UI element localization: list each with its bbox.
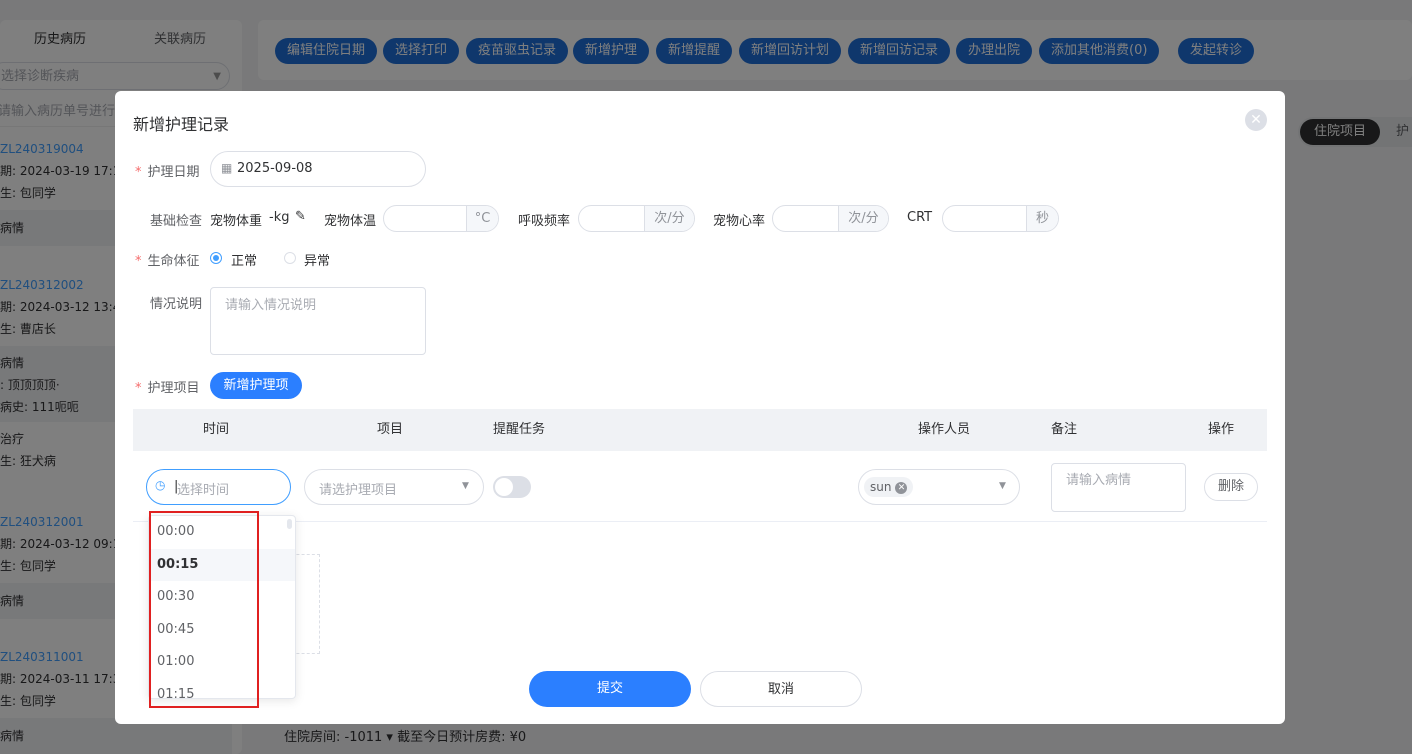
nursing-table-header: 时间 项目 提醒任务 操作人员 备注 操作 [133,409,1267,451]
table-row-divider [133,521,1267,522]
nursing-date-label: * 护理日期 [135,161,200,180]
crt-input[interactable]: 秒 [942,205,1059,232]
situation-placeholder: 请输入情况说明 [225,298,317,313]
vital-signs-label-text: 生命体征 [147,254,200,269]
edit-icon[interactable]: ✎ [295,209,306,224]
tag-close-icon[interactable]: ✕ [895,481,908,494]
crt-label: CRT [907,210,933,225]
time-placeholder: 选择时间 [177,483,230,498]
col-time: 时间 [203,422,230,437]
submit-button[interactable]: 提交 [529,671,691,707]
required-mark: * [135,381,142,396]
close-icon[interactable]: ✕ [1245,109,1267,131]
heart-rate-unit: 次/分 [838,206,888,231]
respiration-input[interactable]: 次/分 [578,205,695,232]
remark-placeholder: 请输入病情 [1066,473,1132,488]
calendar-icon: ▦ [221,161,233,175]
time-select-input[interactable]: ◷ | 选择时间 [146,469,291,505]
operator-tag-text: sun [870,480,892,494]
chevron-down-icon: ▼ [462,481,469,491]
basic-check-label: 基础检查 [150,214,203,229]
col-remark: 备注 [1051,422,1078,437]
crt-unit: 秒 [1026,206,1058,231]
weight-value: -kg [269,210,290,225]
vital-normal-radio[interactable] [210,252,222,264]
cancel-button[interactable]: 取消 [700,671,862,707]
required-mark: * [135,254,142,269]
nursing-date-value: 2025-09-08 [237,161,313,176]
annotation-highlight-box [149,511,259,708]
delete-row-button[interactable]: 删除 [1204,473,1258,501]
nursing-item-placeholder: 请选护理项目 [319,483,398,498]
add-nursing-item-button[interactable]: 新增护理项 [210,372,302,399]
nursing-date-input[interactable]: ▦ 2025-09-08 [210,151,426,187]
temperature-input[interactable]: °C [383,205,499,232]
vital-signs-label: * 生命体征 [135,250,200,269]
situation-label: 情况说明 [150,297,203,312]
vital-abnormal-label[interactable]: 异常 [304,250,330,269]
required-mark: * [135,165,142,180]
col-reminder: 提醒任务 [493,422,546,437]
nursing-item-select[interactable]: 请选护理项目 ▼ [304,469,484,505]
dialog-title: 新增护理记录 [133,115,230,134]
heart-rate-label: 宠物心率 [713,214,766,229]
situation-textarea[interactable]: 请输入情况说明 [210,287,426,355]
nursing-date-label-text: 护理日期 [147,165,200,180]
temperature-unit: °C [466,206,498,231]
vital-normal-label[interactable]: 正常 [231,250,257,269]
vital-abnormal-radio[interactable] [284,252,296,264]
col-item: 项目 [377,422,404,437]
dropdown-scrollbar[interactable] [287,519,292,529]
nursing-items-label-text: 护理项目 [147,381,200,396]
remark-textarea[interactable]: 请输入病情 [1051,463,1186,512]
temperature-label: 宠物体温 [324,214,377,229]
col-action: 操作 [1208,422,1235,437]
nursing-items-label: * 护理项目 [135,377,200,396]
chevron-down-icon: ▼ [999,481,1006,491]
operator-select[interactable]: sun ✕ ▼ [858,469,1020,505]
respiration-unit: 次/分 [644,206,694,231]
operator-tag: sun ✕ [864,477,914,497]
clock-icon: ◷ [155,478,166,492]
weight-label: 宠物体重 [210,214,263,229]
reminder-toggle[interactable] [493,476,531,498]
respiration-label: 呼吸频率 [518,214,571,229]
col-operator: 操作人员 [918,422,971,437]
heart-rate-input[interactable]: 次/分 [772,205,889,232]
